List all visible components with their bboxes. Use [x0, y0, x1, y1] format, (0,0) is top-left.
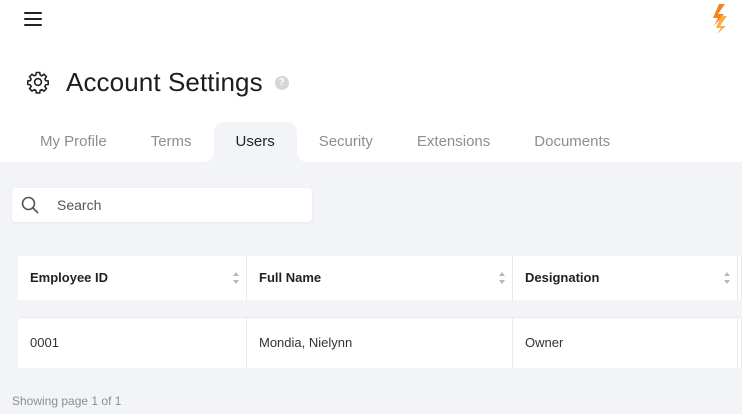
- column-header-label: Full Name: [259, 270, 322, 285]
- gear-icon: [27, 71, 49, 94]
- top-bar: [0, 0, 742, 48]
- column-header-full-name[interactable]: Full Name: [247, 256, 513, 300]
- help-circle-icon[interactable]: ?: [274, 76, 289, 90]
- tab-security[interactable]: Security: [297, 122, 395, 162]
- search-input[interactable]: [57, 197, 277, 213]
- search-box[interactable]: [12, 188, 312, 222]
- table-row[interactable]: 0001 Mondia, Nielynn Owner: [18, 317, 742, 368]
- page-title: Account Settings: [66, 66, 263, 97]
- column-header-label: Designation: [525, 270, 600, 285]
- tab-users[interactable]: Users: [213, 122, 297, 162]
- cell-employee-id: 0001: [18, 318, 247, 368]
- tab-documents[interactable]: Documents: [512, 122, 632, 162]
- sort-icon[interactable]: [723, 271, 731, 285]
- cell-designation: Owner: [513, 318, 738, 368]
- cell-overflow: [738, 318, 742, 368]
- table-header: Employee ID Full Name Designation: [18, 256, 742, 300]
- brand-logo-icon[interactable]: [710, 4, 732, 34]
- column-header-overflow: [738, 256, 742, 300]
- tab-my-profile[interactable]: My Profile: [18, 122, 129, 162]
- settings-tabs: My Profile Terms Users Security Extensio…: [18, 122, 632, 162]
- pagination-status: Showing page 1 of 1: [12, 394, 122, 408]
- tab-extensions[interactable]: Extensions: [395, 122, 512, 162]
- hamburger-menu-icon[interactable]: [24, 12, 42, 28]
- cell-full-name: Mondia, Nielynn: [247, 318, 513, 368]
- users-table: Employee ID Full Name Designation 0001 M…: [18, 256, 742, 368]
- search-icon: [21, 196, 39, 214]
- column-header-employee-id[interactable]: Employee ID: [18, 256, 247, 300]
- sort-icon[interactable]: [232, 271, 240, 285]
- users-panel: Employee ID Full Name Designation 0001 M…: [0, 162, 742, 414]
- column-header-designation[interactable]: Designation: [513, 256, 738, 300]
- tab-terms[interactable]: Terms: [129, 122, 214, 162]
- sort-icon[interactable]: [498, 271, 506, 285]
- page-header: Account Settings ?: [26, 64, 289, 100]
- column-header-label: Employee ID: [30, 270, 109, 285]
